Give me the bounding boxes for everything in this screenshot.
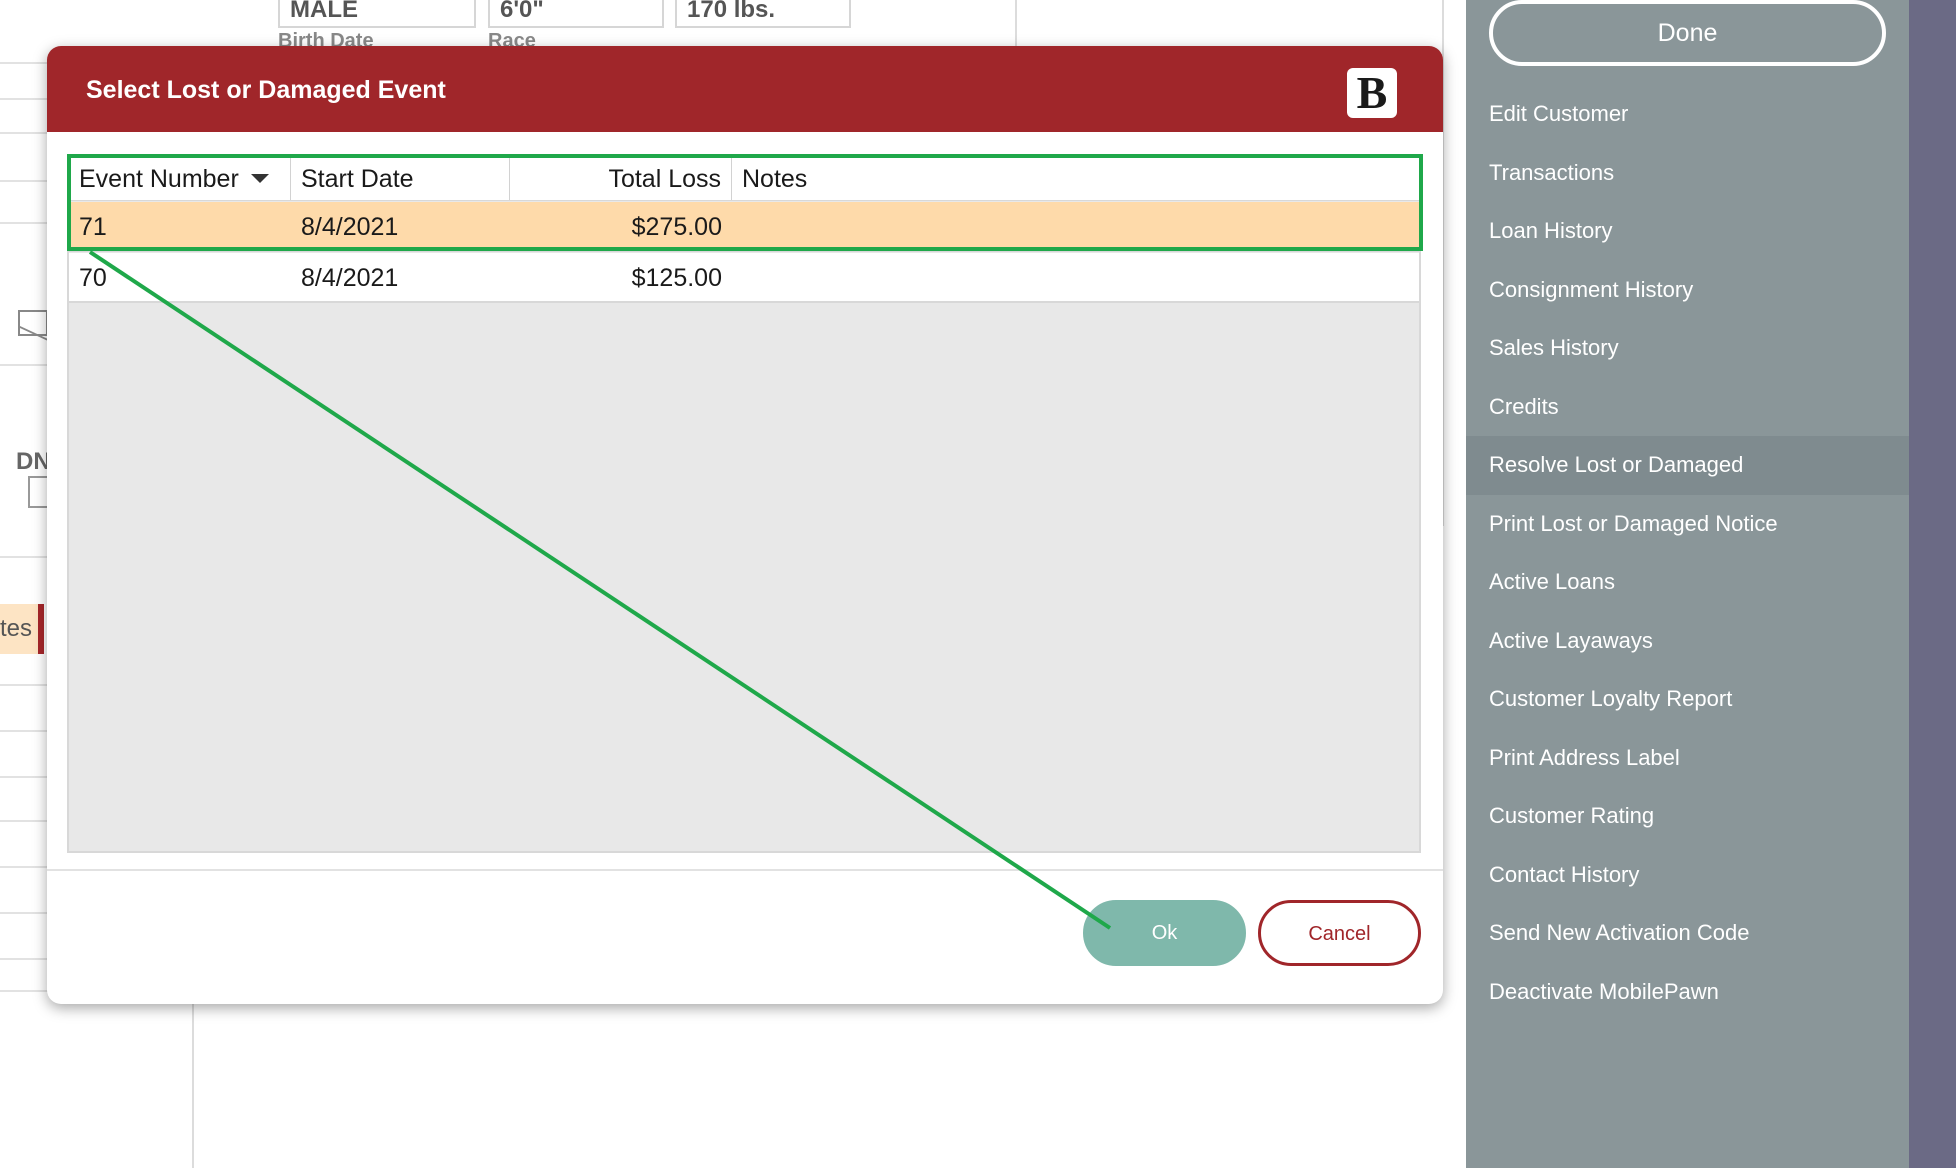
sidebar-item-credits[interactable]: Credits [1466, 378, 1909, 437]
column-header-start-date[interactable]: Start Date [291, 157, 510, 200]
sidebar-item-print-lost-or-damaged-notice[interactable]: Print Lost or Damaged Notice [1466, 495, 1909, 554]
height-field[interactable]: 6'0" [488, 0, 664, 28]
sidebar-item-print-address-label[interactable]: Print Address Label [1466, 729, 1909, 788]
column-header-total-loss[interactable]: Total Loss [510, 157, 732, 200]
brand-logo: B [1347, 68, 1397, 118]
grid-header: Event Number Start Date Total Loss Notes [69, 157, 1419, 201]
divider [0, 912, 48, 914]
sidebar-item-active-loans[interactable]: Active Loans [1466, 553, 1909, 612]
notes-cell [732, 202, 1419, 250]
dialog-title: Select Lost or Damaged Event [86, 76, 446, 104]
sort-descending-icon [250, 173, 269, 183]
sidebar-item-resolve-lost-or-damaged[interactable]: Resolve Lost or Damaged [1466, 436, 1909, 495]
table-row[interactable]: 70 8/4/2021 $125.00 [69, 253, 1419, 303]
divider [0, 222, 48, 224]
divider [0, 364, 48, 366]
customer-actions-sidebar: Done Edit Customer Transactions Loan His… [1466, 0, 1909, 1168]
event-number-cell: 71 [79, 213, 107, 241]
column-header-label: Event Number [79, 165, 239, 193]
divider [0, 866, 48, 868]
sidebar-item-customer-rating[interactable]: Customer Rating [1466, 787, 1909, 846]
divider [0, 958, 48, 960]
event-number-cell: 70 [79, 264, 107, 292]
divider [0, 776, 48, 778]
dnc-checkbox[interactable] [28, 476, 48, 508]
column-header-notes[interactable]: Notes [732, 157, 1419, 200]
brand-logo-letter: B [1356, 67, 1388, 118]
gender-field[interactable]: MALE [278, 0, 476, 28]
divider [0, 62, 48, 64]
sidebar-item-send-new-activation-code[interactable]: Send New Activation Code [1466, 904, 1909, 963]
divider [192, 1000, 194, 1168]
footer-divider [47, 869, 1443, 871]
sidebar-item-loan-history[interactable]: Loan History [1466, 202, 1909, 261]
window-edge [1909, 0, 1956, 1168]
events-grid: Event Number Start Date Total Loss Notes… [67, 155, 1421, 853]
divider [0, 556, 48, 558]
sidebar-item-sales-history[interactable]: Sales History [1466, 319, 1909, 378]
divider [0, 820, 48, 822]
ok-button[interactable]: Ok [1083, 900, 1246, 966]
divider [0, 730, 48, 732]
sidebar-item-contact-history[interactable]: Contact History [1466, 846, 1909, 905]
dialog-header: Select Lost or Damaged Event B [47, 46, 1443, 132]
sidebar-item-consignment-history[interactable]: Consignment History [1466, 261, 1909, 320]
divider [0, 990, 48, 992]
sidebar-item-deactivate-mobilepawn[interactable]: Deactivate MobilePawn [1466, 963, 1909, 1022]
done-button[interactable]: Done [1489, 0, 1886, 66]
divider [0, 684, 48, 686]
sidebar-item-transactions[interactable]: Transactions [1466, 144, 1909, 203]
dnc-label-fragment: DN [16, 448, 51, 475]
total-loss-cell: $275.00 [631, 213, 722, 241]
divider [0, 180, 48, 182]
sidebar-item-active-layaways[interactable]: Active Layaways [1466, 612, 1909, 671]
sidebar-menu: Edit Customer Transactions Loan History … [1466, 85, 1909, 1021]
sidebar-item-customer-loyalty-report[interactable]: Customer Loyalty Report [1466, 670, 1909, 729]
notes-cell [732, 253, 1419, 301]
notes-tab[interactable]: tes [0, 604, 44, 654]
select-lost-or-damaged-event-dialog: Select Lost or Damaged Event B Event Num… [47, 46, 1443, 1004]
divider [0, 98, 48, 100]
table-row[interactable]: 71 8/4/2021 $275.00 [69, 202, 1419, 252]
start-date-cell: 8/4/2021 [301, 264, 399, 292]
weight-field[interactable]: 170 lbs. [675, 0, 851, 28]
total-loss-cell: $125.00 [631, 264, 722, 292]
cancel-button[interactable]: Cancel [1258, 900, 1421, 966]
sidebar-item-edit-customer[interactable]: Edit Customer [1466, 85, 1909, 144]
divider [0, 132, 48, 134]
email-icon[interactable] [18, 310, 48, 336]
start-date-cell: 8/4/2021 [301, 213, 399, 241]
column-header-event-number[interactable]: Event Number [69, 157, 291, 200]
